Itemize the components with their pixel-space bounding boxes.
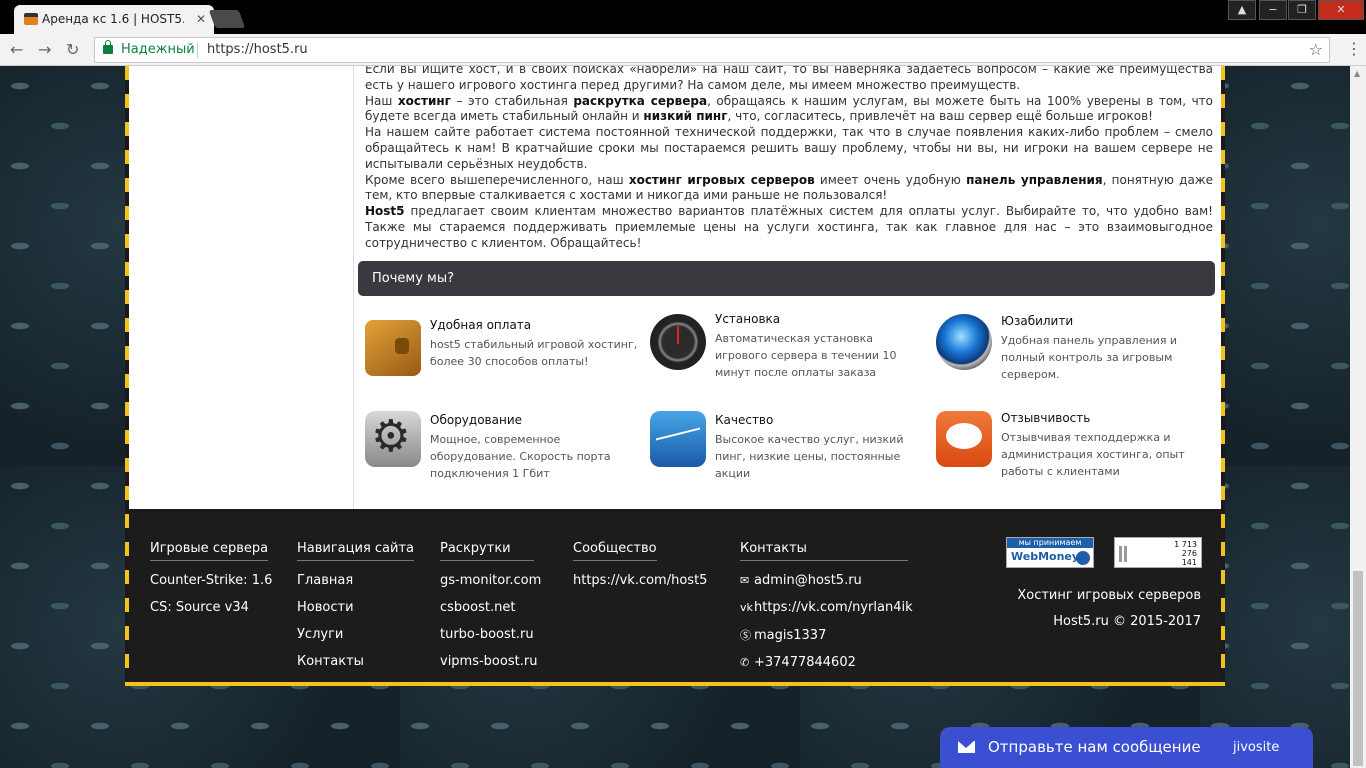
whatsapp-icon: ✆ [740,656,750,669]
chart-icon [650,411,706,467]
speech-bubble-icon [936,411,992,467]
feature-description: Мощное, современное оборудование. Скорос… [430,433,611,480]
page-viewport: Если вы ищите хост, и в своих поисках «н… [0,66,1350,768]
bar-chart-icon [1119,546,1131,562]
footer-link[interactable]: Услуги [297,627,414,642]
webmoney-top-text: мы принимаем [1007,538,1093,548]
sidebar [129,66,354,509]
footer-tagline: Хостинг игровых серверов [1017,588,1201,603]
footer-link[interactable]: CS: Source v34 [150,600,272,615]
back-arrow-icon[interactable]: ← [10,40,23,59]
feature-title: Установка [715,312,781,326]
article-paragraph: На нашем сайте работает система постоянн… [365,125,1213,171]
article-paragraph: Кроме всего вышеперечисленного, наш хост… [365,172,1213,203]
envelope-icon: ✉ [740,574,750,587]
user-profile-icon[interactable]: ▲ [1228,0,1256,20]
footer-link[interactable]: Новости [297,600,414,615]
footer-link[interactable]: https://vk.com/host5 [573,573,707,588]
footer-link[interactable]: csboost.net [440,600,541,615]
gear-icon [365,411,421,467]
feature-description: Высокое качество услуг, низкий пинг, низ… [715,433,904,480]
site-footer: Игровые сервера Counter-Strike: 1.6 CS: … [129,513,1221,682]
footer-community: Сообщество https://vk.com/host5 [573,537,707,588]
liveinternet-counter[interactable]: 1 713 276 141 [1114,537,1202,568]
content-area: Если вы ищите хост, и в своих поисках «н… [129,66,1221,509]
feature-title: Удобная оплата [430,318,532,332]
feature-description: host5 стабильный игровой хостинг, более … [430,338,638,368]
browser-tabstrip: Аренда кс 1.6 | HOST5.RU ✕ ▲ − ❐ ✕ [0,0,1366,34]
wallet-icon [365,320,421,376]
page-frame-hazard-border: Если вы ищите хост, и в своих поисках «н… [125,66,1225,686]
chat-widget-button[interactable]: Отправьте нам сообщение jivosite [940,727,1313,768]
feature-description: Удобная панель управления и полный контр… [1001,334,1178,381]
minimize-button[interactable]: − [1259,0,1287,20]
feature-description: Автоматическая установка игрового сервер… [715,332,897,379]
seo-article: Если вы ищите хост, и в своих поисках «н… [365,66,1213,252]
feature-title: Отзывчивость [1001,411,1091,425]
footer-contacts: Контакты ✉ admin@host5.ru 𝗏𝗄https://vk.co… [740,537,913,670]
footer-link[interactable]: turbo-boost.ru [440,627,541,642]
omnibox-divider [197,42,198,58]
bookmark-star-icon[interactable]: ☆ [1309,40,1323,59]
webmoney-badge[interactable]: мы принимаем WebMoney [1006,537,1094,568]
vk-icon: 𝗏𝗄 [740,601,753,614]
skype-icon: Ⓢ [740,629,751,642]
feature-title: Юзабилити [1001,314,1074,328]
maximize-button[interactable]: ❐ [1288,0,1316,20]
page-scrollbar[interactable]: ▲ [1350,66,1366,768]
url-text[interactable]: https://host5.ru [207,42,308,57]
counter-value: 141 [1181,558,1197,567]
article-paragraph: Если вы ищите хост, и в своих поисках «н… [365,66,1213,92]
contact-whatsapp[interactable]: ✆ +37477844602 [740,655,913,670]
browser-menu-icon[interactable]: ⋮ [1346,39,1362,58]
footer-heading: Сообщество [573,541,657,561]
contact-vk[interactable]: 𝗏𝗄https://vk.com/nyrlan4ik [740,600,913,615]
why-us-header: Почему мы? [358,261,1215,296]
sphere-icon [936,314,992,370]
footer-link[interactable]: Контакты [297,654,414,669]
globe-icon [1076,551,1090,565]
footer-heading: Игровые сервера [150,541,269,561]
article-paragraph: Наш хостинг – это стабильная раскрутка с… [365,93,1214,124]
forward-arrow-icon[interactable]: → [38,40,51,59]
secure-label: Надежный [121,42,195,57]
scroll-up-arrow-icon[interactable]: ▲ [1354,69,1360,78]
footer-link[interactable]: gs-monitor.com [440,573,541,588]
tab-close-icon[interactable]: ✕ [196,12,206,26]
lock-icon [103,40,113,54]
contact-skype[interactable]: Ⓢmagis1337 [740,627,913,643]
footer-navigation: Навигация сайта Главная Новости Услуги К… [297,537,414,669]
footer-link[interactable]: vipms-boost.ru [440,654,541,669]
clock-icon [650,314,706,370]
footer-heading: Навигация сайта [297,541,414,561]
browser-tab[interactable]: Аренда кс 1.6 | HOST5.RU ✕ [14,5,214,34]
contact-email[interactable]: ✉ admin@host5.ru [740,573,913,588]
counter-value: 1 713 [1174,540,1197,549]
footer-link[interactable]: Counter-Strike: 1.6 [150,573,272,588]
feature-description: Отзывчивая техподдержка и администрация … [1001,431,1185,478]
chat-brand: jivosite [1233,740,1280,755]
address-bar[interactable]: Надежный https://host5.ru ☆ [94,37,1330,63]
footer-copyright: Host5.ru © 2015-2017 [1053,614,1201,629]
footer-heading: Раскрутки [440,541,534,561]
browser-toolbar: ← → ↻ Надежный https://host5.ru ☆ ⋮ [0,34,1366,66]
chat-label: Отправьте нам сообщение [988,738,1201,756]
footer-heading: Контакты [740,541,908,561]
feature-title: Качество [715,413,774,427]
counter-value: 276 [1181,549,1197,558]
reload-icon[interactable]: ↻ [66,40,79,59]
article-paragraph: Host5 предлагает своим клиентам множеств… [365,204,1213,250]
feature-title: Оборудование [430,413,522,427]
scrollbar-thumb[interactable] [1353,571,1363,766]
site-favicon-icon [24,13,38,25]
tab-title: Аренда кс 1.6 | HOST5.RU [42,12,184,26]
close-window-button[interactable]: ✕ [1318,0,1364,20]
footer-games: Игровые сервера Counter-Strike: 1.6 CS: … [150,537,272,615]
footer-link[interactable]: Главная [297,573,414,588]
new-tab-button[interactable] [208,10,246,28]
envelope-icon [958,741,975,753]
footer-boost: Раскрутки gs-monitor.com csboost.net tur… [440,537,541,669]
